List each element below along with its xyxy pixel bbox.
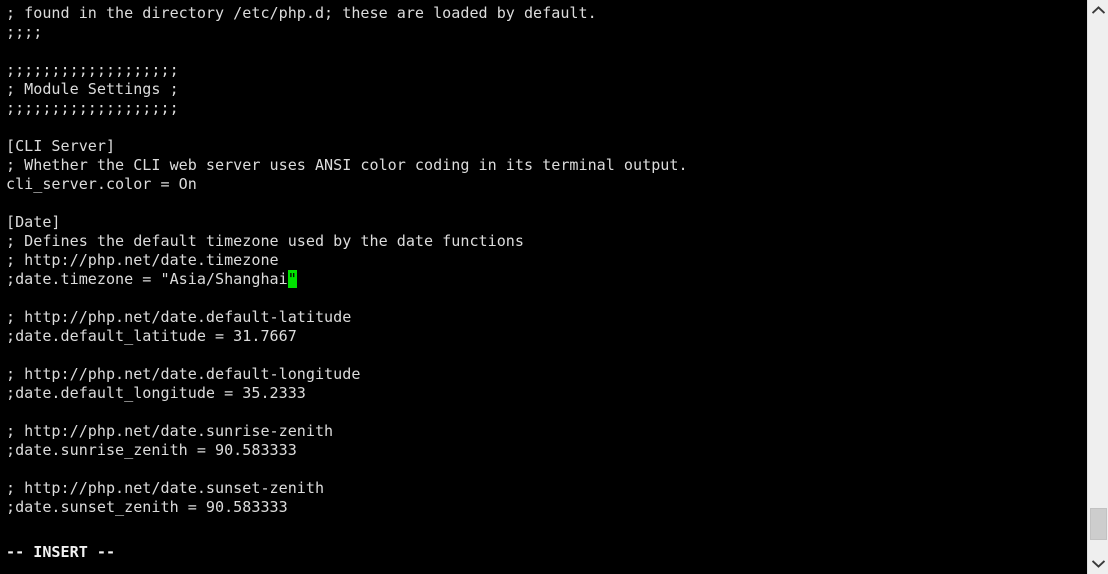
chevron-up-icon <box>1092 6 1105 14</box>
terminal-text-area[interactable]: ; found in the directory /etc/php.d; the… <box>0 0 1087 574</box>
chevron-down-icon <box>1092 560 1105 568</box>
editor-line: [CLI Server] <box>6 137 116 155</box>
editor-line-with-cursor: ;date.timezone = "Asia/Shanghai" <box>6 270 1081 289</box>
editor-line: ;;;;;;;;;;;;;;;;;;; <box>6 61 179 79</box>
text-cursor: " <box>287 270 297 288</box>
editor-line: ; http://php.net/date.sunrise-zenith <box>6 422 334 440</box>
editor-line: ; http://php.net/date.timezone <box>6 251 279 269</box>
editor-line: cli_server.color = On <box>6 175 197 193</box>
scrollbar-down-button[interactable] <box>1088 554 1108 574</box>
vim-status-line: -- INSERT -- <box>6 543 116 561</box>
editor-line: ; found in the directory /etc/php.d; the… <box>6 4 597 22</box>
scrollbar-thumb[interactable] <box>1090 508 1107 540</box>
editor-line: ;date.default_longitude = 35.2333 <box>6 384 306 402</box>
editor-line: ; http://php.net/date.sunset-zenith <box>6 479 325 497</box>
editor-line: ;date.sunset_zenith = 90.583333 <box>6 498 288 516</box>
terminal-window: ; found in the directory /etc/php.d; the… <box>0 0 1108 574</box>
editor-buffer[interactable]: ; found in the directory /etc/php.d; the… <box>6 4 1081 555</box>
editor-line: ; Whether the CLI web server uses ANSI c… <box>6 156 688 174</box>
line-text-before-cursor: ;date.timezone = "Asia/Shanghai <box>6 270 288 288</box>
editor-line: ; Module Settings ; <box>6 80 179 98</box>
editor-line: ;;;; <box>6 23 43 41</box>
editor-line: ; http://php.net/date.default-longitude <box>6 365 361 383</box>
editor-line: ; Defines the default timezone used by t… <box>6 232 524 250</box>
scrollbar-up-button[interactable] <box>1088 0 1108 20</box>
editor-line: ; http://php.net/date.default-latitude <box>6 308 352 326</box>
vertical-scrollbar[interactable] <box>1087 0 1108 574</box>
editor-line: ;;;;;;;;;;;;;;;;;;; <box>6 99 179 117</box>
scrollbar-track[interactable] <box>1088 20 1108 554</box>
editor-line: ;date.sunrise_zenith = 90.583333 <box>6 441 297 459</box>
editor-line: ;date.default_latitude = 31.7667 <box>6 327 297 345</box>
editor-line: [Date] <box>6 213 61 231</box>
